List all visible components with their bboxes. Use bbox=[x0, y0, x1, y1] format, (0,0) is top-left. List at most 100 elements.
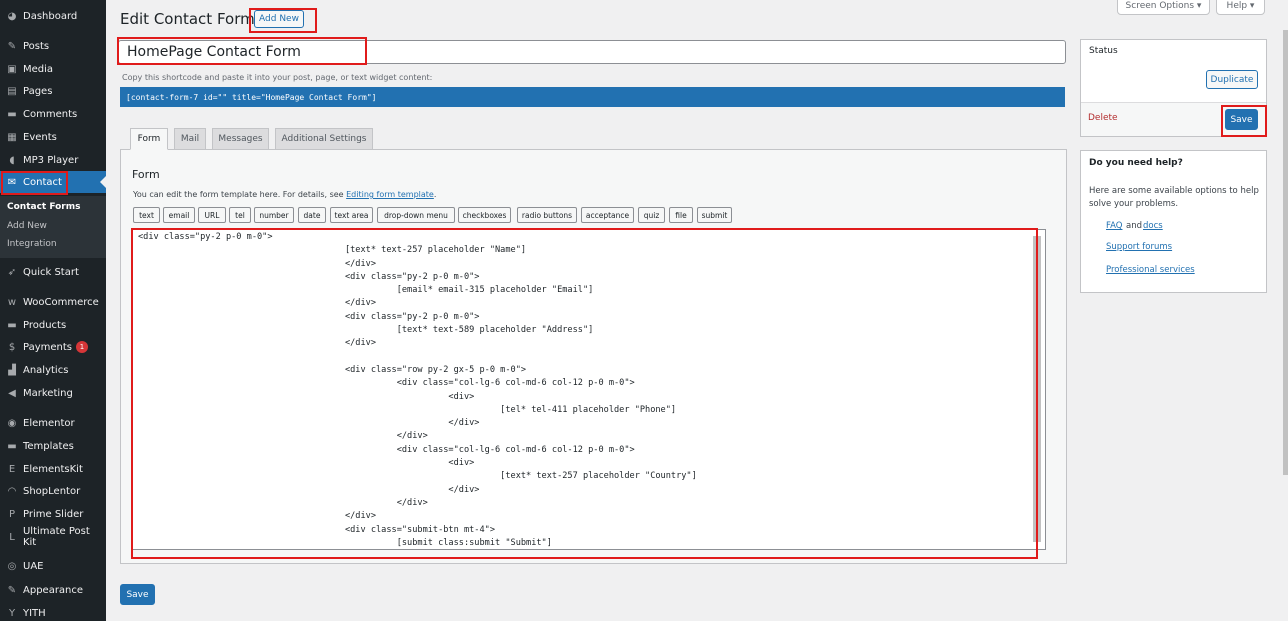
sidebar-item-mp3-player[interactable]: ◖ MP3 Player bbox=[0, 149, 106, 171]
sidebar-item-label: WooCommerce bbox=[23, 296, 99, 308]
tag-button-email[interactable]: email bbox=[163, 207, 195, 223]
yith-icon: Y bbox=[8, 607, 16, 619]
sidebar-item-contact[interactable]: ✉ Contact bbox=[0, 171, 106, 193]
save-button-bottom[interactable]: Save bbox=[120, 584, 155, 605]
sidebar-item-ultimate-post-kit[interactable]: L Ultimate Post Kit bbox=[0, 526, 106, 548]
sidebar-item-dashboard[interactable]: ◕ Dashboard bbox=[0, 5, 106, 27]
sidebar-item-events[interactable]: ▦ Events bbox=[0, 126, 106, 148]
tab-mail[interactable]: Mail bbox=[174, 128, 206, 150]
brush-icon: ✎ bbox=[7, 584, 17, 596]
help-title: Do you need help? bbox=[1089, 158, 1183, 168]
sidebar-item-label: Payments bbox=[23, 341, 72, 353]
sidebar-item-prime-slider[interactable]: P Prime Slider bbox=[0, 503, 106, 525]
sidebar-item-label: Appearance bbox=[23, 584, 84, 596]
tag-button-drop-down-menu[interactable]: drop-down menu bbox=[377, 207, 455, 223]
sidebar-item-label: YITH bbox=[23, 607, 46, 619]
support-forums-link[interactable]: Support forums bbox=[1106, 242, 1172, 252]
panel-heading: Form bbox=[132, 168, 160, 181]
add-new-button[interactable]: Add New bbox=[254, 10, 304, 28]
sidebar-item-pages[interactable]: ▤ Pages bbox=[0, 80, 106, 102]
postkit-icon: L bbox=[9, 531, 15, 543]
desc-prefix: You can edit the form template here. For… bbox=[133, 190, 347, 199]
desc-suffix: . bbox=[433, 190, 437, 199]
pages-icon: ▤ bbox=[7, 85, 17, 97]
tab-additional-settings[interactable]: Additional Settings bbox=[275, 128, 373, 150]
editing-form-template-link[interactable]: Editing form template bbox=[346, 190, 434, 199]
megaphone-icon: ◀ bbox=[8, 387, 16, 399]
payments-badge: 1 bbox=[76, 341, 88, 353]
elementor-icon: ◉ bbox=[7, 417, 17, 429]
sidebar-item-payments[interactable]: $ Payments 1 bbox=[0, 336, 106, 358]
mail-icon: ✉ bbox=[7, 176, 17, 188]
tag-button-radio-buttons[interactable]: radio buttons bbox=[517, 207, 577, 223]
tag-button-tel[interactable]: tel bbox=[229, 207, 251, 223]
docs-link[interactable]: docs bbox=[1143, 221, 1163, 231]
tag-button-submit[interactable]: submit bbox=[697, 207, 732, 223]
submenu-add-new[interactable]: Add New bbox=[7, 221, 47, 231]
sidebar-item-appearance[interactable]: ✎ Appearance bbox=[0, 579, 106, 601]
shortcode-field[interactable]: [contact-form-7 id="" title="HomePage Co… bbox=[120, 87, 1065, 107]
folder-icon: ▬ bbox=[7, 440, 17, 452]
sidebar-item-marketing[interactable]: ◀ Marketing bbox=[0, 382, 106, 404]
form-template-code[interactable]: <div class="py-2 p-0 m-0"> [text* text-2… bbox=[138, 231, 697, 549]
sidebar-item-templates[interactable]: ▬ Templates bbox=[0, 435, 106, 457]
tag-button-acceptance[interactable]: acceptance bbox=[581, 207, 634, 223]
form-template-editor[interactable]: <div class="py-2 p-0 m-0"> [text* text-2… bbox=[132, 229, 1046, 550]
faq-link[interactable]: FAQ bbox=[1106, 221, 1122, 231]
help-toggle[interactable]: Help ▾ bbox=[1216, 0, 1265, 15]
sidebar-item-elementor[interactable]: ◉ Elementor bbox=[0, 412, 106, 434]
sidebar-item-label: Elementor bbox=[23, 417, 75, 429]
delete-link[interactable]: Delete bbox=[1088, 113, 1118, 123]
sidebar-item-label: Media bbox=[23, 63, 54, 75]
form-title-input[interactable] bbox=[118, 40, 1066, 64]
panel-description: You can edit the form template here. For… bbox=[133, 190, 436, 199]
help-and: and bbox=[1126, 221, 1142, 231]
sidebar-item-label: Contact bbox=[23, 176, 62, 188]
sidebar-item-label: Events bbox=[23, 131, 57, 143]
sidebar-item-label: Templates bbox=[23, 440, 74, 452]
sidebar-item-shoplentor[interactable]: ◠ ShopLentor bbox=[0, 480, 106, 502]
sidebar-item-uae[interactable]: ◎ UAE bbox=[0, 555, 106, 577]
sidebar-item-label: Posts bbox=[23, 40, 50, 52]
sidebar-item-elementskit[interactable]: E ElementsKit bbox=[0, 458, 106, 480]
tab-messages[interactable]: Messages bbox=[212, 128, 269, 150]
tag-button-url[interactable]: URL bbox=[198, 207, 226, 223]
status-title: Status bbox=[1089, 46, 1118, 56]
sidebar-item-label: Prime Slider bbox=[23, 508, 84, 520]
sidebar-item-posts[interactable]: ✎ Posts bbox=[0, 35, 106, 57]
tag-button-file[interactable]: file bbox=[669, 207, 693, 223]
uae-icon: ◎ bbox=[7, 560, 17, 572]
contact-submenu: Contact Forms Add New Integration bbox=[0, 196, 106, 258]
sidebar-item-yith[interactable]: Y YITH bbox=[0, 602, 106, 621]
sidebar-item-woocommerce[interactable]: w WooCommerce bbox=[0, 291, 106, 313]
tag-button-date[interactable]: date bbox=[298, 207, 326, 223]
tag-button-text[interactable]: text bbox=[133, 207, 160, 223]
woo-icon: w bbox=[7, 296, 17, 308]
tag-button-number[interactable]: number bbox=[254, 207, 294, 223]
professional-services-link[interactable]: Professional services bbox=[1106, 265, 1195, 275]
dollar-icon: $ bbox=[8, 341, 16, 353]
slider-icon: P bbox=[8, 508, 16, 520]
tag-button-checkboxes[interactable]: checkboxes bbox=[458, 207, 511, 223]
screen-options-toggle[interactable]: Screen Options ▾ bbox=[1117, 0, 1210, 15]
tag-button-quiz[interactable]: quiz bbox=[638, 207, 665, 223]
save-button[interactable]: Save bbox=[1225, 109, 1258, 130]
sidebar-item-analytics[interactable]: ▟ Analytics bbox=[0, 359, 106, 381]
sidebar-item-comments[interactable]: ▬ Comments bbox=[0, 103, 106, 125]
editor-scrollbar[interactable] bbox=[1033, 236, 1041, 542]
dashboard-icon: ◕ bbox=[7, 10, 17, 22]
sidebar-item-products[interactable]: ▬ Products bbox=[0, 314, 106, 336]
sidebar-item-media[interactable]: ▣ Media bbox=[0, 58, 106, 80]
sidebar-item-label: ShopLentor bbox=[23, 485, 81, 497]
sidebar-item-label: Products bbox=[23, 319, 67, 331]
submenu-contact-forms[interactable]: Contact Forms bbox=[7, 202, 80, 212]
comments-icon: ▬ bbox=[7, 108, 17, 120]
submenu-integration[interactable]: Integration bbox=[7, 239, 57, 249]
duplicate-button[interactable]: Duplicate bbox=[1206, 70, 1258, 89]
tab-form[interactable]: Form bbox=[130, 128, 168, 150]
help-text: Here are some available options to help … bbox=[1089, 186, 1259, 209]
page-scrollbar-thumb[interactable] bbox=[1283, 30, 1288, 475]
sidebar-item-label: Comments bbox=[23, 108, 78, 120]
tag-button-text-area[interactable]: text area bbox=[330, 207, 373, 223]
sidebar-item-quick-start[interactable]: ➶ Quick Start bbox=[0, 261, 106, 283]
